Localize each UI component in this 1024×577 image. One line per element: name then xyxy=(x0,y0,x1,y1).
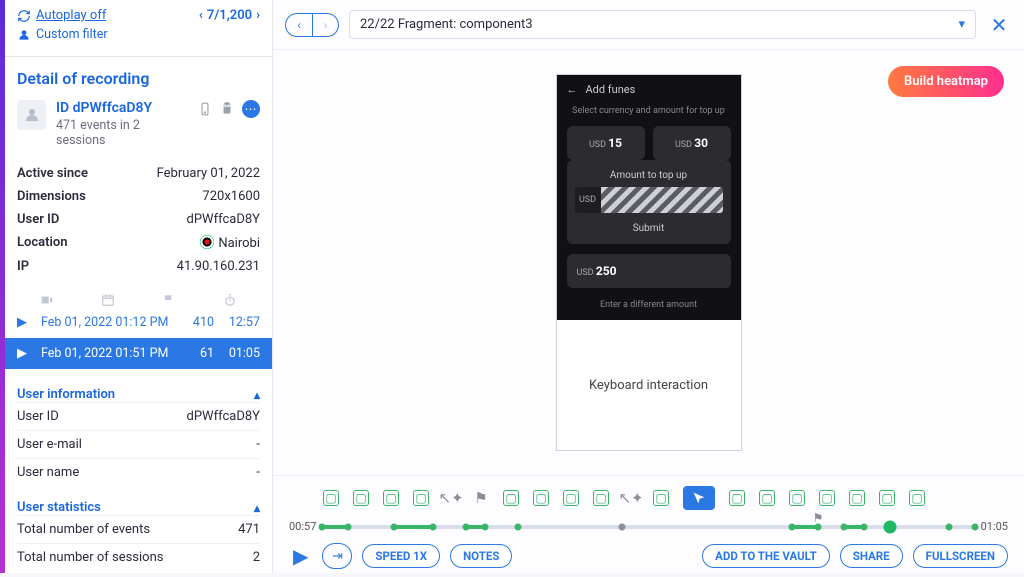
more-menu-button[interactable]: ⋯ xyxy=(242,100,260,118)
screen-subtitle: Select currency and amount for top up xyxy=(567,106,731,116)
event-marker-icon[interactable]: ▢ xyxy=(533,490,549,506)
active-event-marker[interactable] xyxy=(683,486,715,510)
next-fragment-button[interactable]: › xyxy=(312,14,338,36)
event-marker-icon[interactable]: ▢ xyxy=(819,490,835,506)
notes-button[interactable]: NOTES xyxy=(450,544,512,568)
event-cursor-icon[interactable]: ↖✦ xyxy=(623,490,639,506)
modal-title: Amount to top up xyxy=(575,170,723,181)
meta-list: Active sinceFebruary 01, 2022 Dimensions… xyxy=(5,158,272,288)
topup-modal: Amount to top up USD Submit xyxy=(567,160,731,244)
fragment-label: 22/22 Fragment: component3 xyxy=(360,17,533,32)
video-icon xyxy=(40,293,54,307)
device-preview: ← Add funes Select currency and amount f… xyxy=(556,74,742,451)
avatar xyxy=(17,100,46,130)
chevron-right-icon: › xyxy=(256,8,260,23)
event-marker-icon[interactable]: ▢ xyxy=(759,490,775,506)
recording-subtitle: 471 events in 2 sessions xyxy=(56,118,188,148)
recording-id: ID dPWffcaD8Y xyxy=(56,100,188,116)
event-marker-icon[interactable]: ▢ xyxy=(353,490,369,506)
chevron-left-icon: ‹ xyxy=(199,8,203,23)
keyboard-placeholder: Keyboard interaction xyxy=(557,320,741,450)
event-marker-icon[interactable]: ▢ xyxy=(653,490,669,506)
share-button[interactable]: SHARE xyxy=(840,544,903,568)
speed-button[interactable]: SPEED 1X xyxy=(362,544,440,568)
custom-filter-label: Custom filter xyxy=(36,27,108,42)
user-stats-title: User statistics xyxy=(17,500,101,515)
phone-icon xyxy=(198,102,212,116)
amount-chip: USD 250 xyxy=(567,254,731,288)
event-track: ▢ ▢ ▢ ▢ ↖✦ ⚑ ▢ ▢ ▢ ▢ ↖✦ ▢ ▢ ▢ ▢ ▢ ▢ ▢ ▢ xyxy=(285,482,1012,514)
kenya-flag-icon xyxy=(200,235,214,249)
chevron-up-icon: ▴ xyxy=(254,501,260,515)
event-cursor-icon[interactable]: ↖✦ xyxy=(443,490,459,506)
event-marker-icon[interactable]: ▢ xyxy=(323,490,339,506)
add-to-vault-button[interactable]: ADD TO THE VAULT xyxy=(702,544,830,568)
screen-title: Add funes xyxy=(586,83,636,96)
currency-badge: USD xyxy=(575,187,601,213)
flag-marker-icon[interactable]: ⚑ xyxy=(473,490,489,506)
user-info-toggle[interactable]: User information ▴ xyxy=(17,387,260,402)
skip-button[interactable]: ⇥ xyxy=(322,543,352,569)
fullscreen-button[interactable]: FULLSCREEN xyxy=(913,544,1008,568)
play-button[interactable]: ▶ xyxy=(289,544,312,568)
event-marker-icon[interactable]: ▢ xyxy=(879,490,895,506)
pager-text: 7/1,200 xyxy=(207,8,252,23)
close-button[interactable]: ✕ xyxy=(986,12,1012,38)
different-amount-link: Enter a different amount xyxy=(567,300,731,310)
timeline-knob[interactable] xyxy=(883,520,896,533)
event-marker-icon[interactable]: ▢ xyxy=(729,490,745,506)
fragment-select[interactable]: 22/22 Fragment: component3 ▾ xyxy=(349,10,976,39)
timeline-flag-icon: ⚑ xyxy=(813,511,824,525)
build-heatmap-button[interactable]: Build heatmap xyxy=(888,66,1004,97)
stopwatch-icon xyxy=(223,293,237,307)
autorenew-icon xyxy=(17,9,31,23)
event-marker-icon[interactable]: ▢ xyxy=(593,490,609,506)
chevron-up-icon: ▴ xyxy=(254,388,260,402)
detail-title: Detail of recording xyxy=(5,57,272,94)
person-icon xyxy=(23,106,41,124)
prev-fragment-button[interactable]: ‹ xyxy=(286,14,312,36)
autoplay-toggle[interactable]: Autoplay off xyxy=(17,8,106,23)
event-marker-icon[interactable]: ▢ xyxy=(503,490,519,506)
event-marker-icon[interactable]: ▢ xyxy=(849,490,865,506)
event-marker-icon[interactable]: ▢ xyxy=(563,490,579,506)
event-marker-icon[interactable]: ▢ xyxy=(383,490,399,506)
masked-input xyxy=(601,187,723,213)
back-arrow-icon: ← xyxy=(567,83,578,96)
amount-chip: USD 15 xyxy=(567,126,645,160)
fragment-nav[interactable]: ‹ › xyxy=(285,13,339,37)
user-stats-toggle[interactable]: User statistics ▴ xyxy=(17,500,260,515)
user-info-title: User information xyxy=(17,387,115,402)
autoplay-label: Autoplay off xyxy=(36,8,106,23)
android-icon xyxy=(220,102,234,116)
submit-label: Submit xyxy=(575,223,723,234)
people-icon xyxy=(17,28,31,42)
play-icon: ▶ xyxy=(17,315,35,330)
timeline-scrubber[interactable]: ⚑ xyxy=(322,525,974,529)
record-pager[interactable]: ‹ 7/1,200 › xyxy=(199,8,260,23)
play-icon: ▶ xyxy=(17,346,35,361)
session-columns xyxy=(5,292,272,307)
timeline-end: 01:05 xyxy=(981,520,1008,533)
custom-filter-link[interactable]: Custom filter xyxy=(17,27,108,42)
event-marker-icon[interactable]: ▢ xyxy=(789,490,805,506)
session-row[interactable]: ▶ Feb 01, 2022 01:12 PM 410 12:57 xyxy=(5,307,272,338)
amount-chip: USD 30 xyxy=(653,126,731,160)
flag-icon xyxy=(162,293,176,307)
calendar-icon xyxy=(101,293,115,307)
event-marker-icon[interactable]: ▢ xyxy=(413,490,429,506)
timeline-start: 00:57 xyxy=(289,520,316,533)
event-marker-icon[interactable]: ▢ xyxy=(909,490,925,506)
session-row[interactable]: ▶ Feb 01, 2022 01:51 PM 61 01:05 xyxy=(5,338,272,369)
chevron-down-icon: ▾ xyxy=(958,17,965,32)
